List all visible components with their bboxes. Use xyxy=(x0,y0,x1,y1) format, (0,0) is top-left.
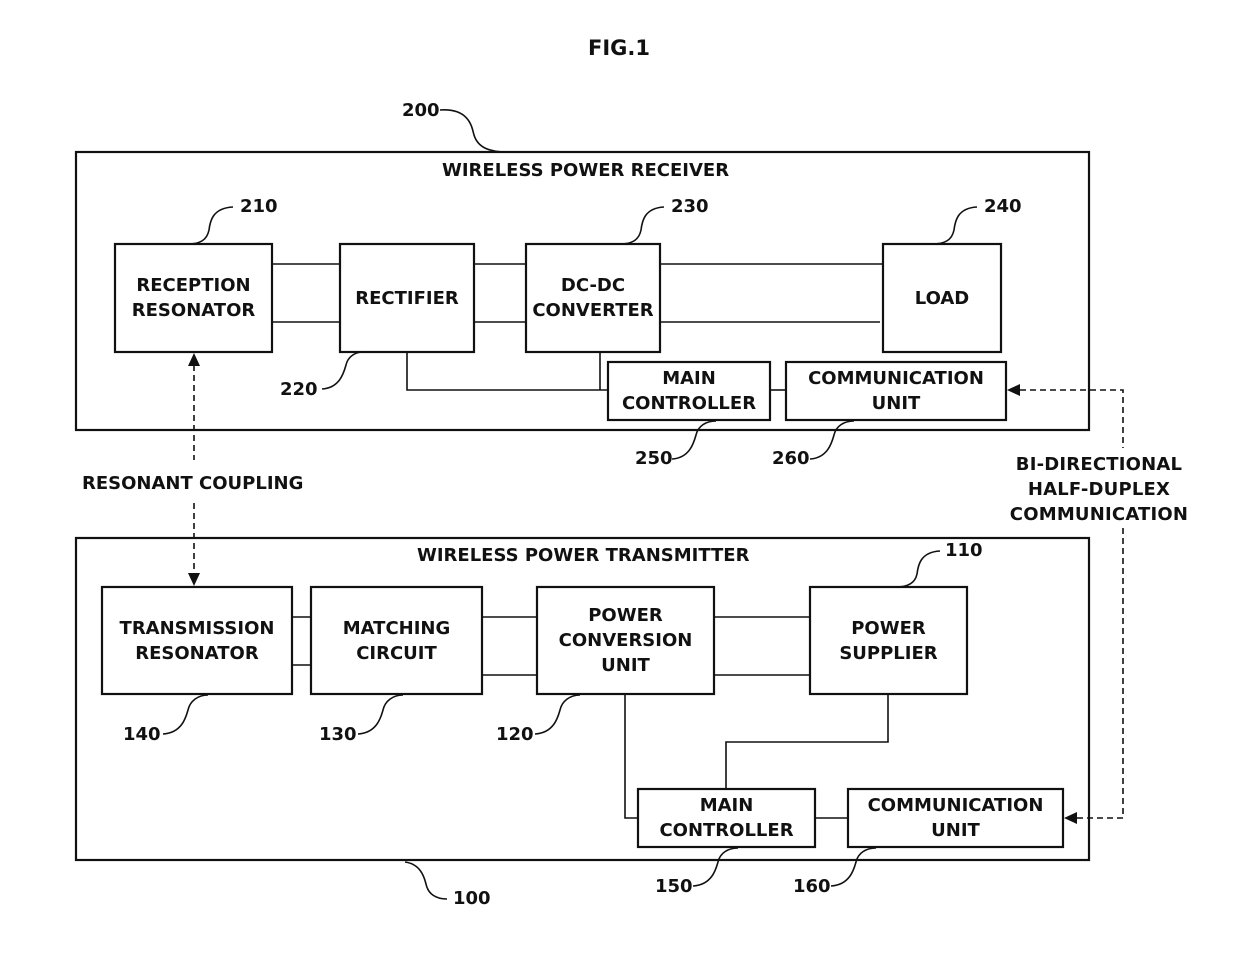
resonant-coupling-arrow xyxy=(188,353,200,586)
ref-110: 110 xyxy=(945,540,983,561)
tx-main-controller-label: MAIN CONTROLLER xyxy=(659,795,794,841)
transmitter-title: WIRELESS POWER TRANSMITTER xyxy=(417,545,750,566)
transmission-resonator-label: TRANSMISSION RESONATOR xyxy=(119,617,275,664)
rectifier-label: RECTIFIER xyxy=(355,287,459,309)
communication-label: BI-DIRECTIONAL HALF-DUPLEX COMMUNICATION xyxy=(1009,454,1189,525)
ref-250: 250 xyxy=(635,448,673,469)
figure-title: FIG.1 xyxy=(588,36,650,60)
ref-240: 240 xyxy=(984,196,1022,217)
power-conversion-unit-label: POWER CONVERSION UNIT xyxy=(558,605,693,676)
ref-230: 230 xyxy=(671,196,709,217)
tx-communication-unit-label: COMMUNICATION UNIT xyxy=(867,795,1044,841)
resonant-coupling-label: RESONANT COUPLING xyxy=(82,473,304,494)
ref-130: 130 xyxy=(319,724,357,745)
communication-arrow xyxy=(1007,384,1124,824)
ref-220: 220 xyxy=(280,379,318,400)
load-label: LOAD xyxy=(914,287,970,309)
rx-communication-unit-label: COMMUNICATION UNIT xyxy=(808,368,984,414)
ref-120: 120 xyxy=(496,724,534,745)
reception-resonator-label: RECEPTION RESONATOR xyxy=(131,275,256,321)
dc-dc-converter-label: DC-DC CONVERTER xyxy=(532,275,654,321)
arrowhead-up-icon xyxy=(188,353,200,366)
ref-160: 160 xyxy=(793,876,831,897)
power-supplier-label: POWER SUPPLIER xyxy=(839,617,938,664)
ref-150: 150 xyxy=(655,876,693,897)
ref-100: 100 xyxy=(453,888,491,909)
receiver-title: WIRELESS POWER RECEIVER xyxy=(442,160,730,181)
ref-200: 200 xyxy=(402,100,440,121)
matching-circuit-label: MATCHING CIRCUIT xyxy=(342,617,451,664)
arrowhead-down-icon xyxy=(188,573,200,586)
ref-260: 260 xyxy=(772,448,810,469)
arrowhead-left-icon xyxy=(1064,812,1077,824)
ref-210: 210 xyxy=(240,196,278,217)
arrowhead-left-icon xyxy=(1007,384,1020,396)
rx-main-controller-label: MAIN CONTROLLER xyxy=(621,368,757,414)
ref-140: 140 xyxy=(123,724,161,745)
reference-leaders xyxy=(162,109,978,900)
